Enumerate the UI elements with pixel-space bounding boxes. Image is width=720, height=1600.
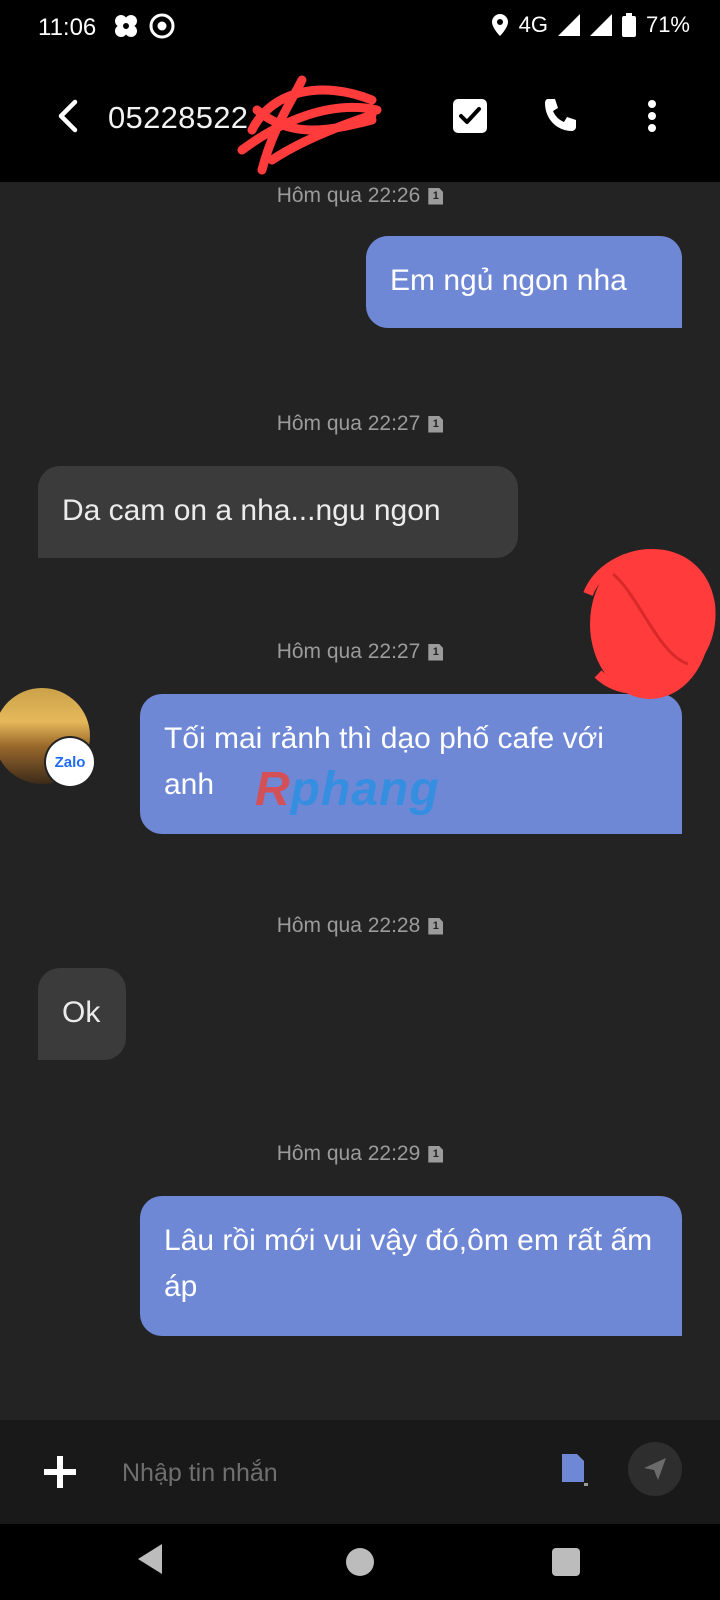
add-attachment-icon[interactable] xyxy=(40,1452,80,1492)
contact-name[interactable]: 05228522 xyxy=(108,100,248,136)
message-input[interactable] xyxy=(120,1448,524,1498)
fan-icon xyxy=(115,15,137,37)
message-timestamp: Hôm qua 22:28 1 xyxy=(0,914,720,938)
signal-icon xyxy=(557,14,580,36)
network-type: 4G xyxy=(518,12,548,37)
battery-percent: 71% xyxy=(645,12,690,37)
message-bubble-outgoing[interactable]: Lâu rồi mới vui vậy đó,ôm em rất ấm áp xyxy=(140,1196,682,1336)
sim-icon: 1 xyxy=(428,187,444,205)
zalo-badge: Zalo xyxy=(46,738,94,786)
message-bubble-incoming[interactable]: Da cam on a nha...ngu ngon xyxy=(38,466,518,558)
redaction-scribble xyxy=(237,75,382,175)
sim-card-icon xyxy=(562,1454,588,1486)
select-checkbox-icon[interactable] xyxy=(452,98,488,134)
sim-icon: 1 xyxy=(428,917,444,935)
message-bubble-outgoing[interactable]: Em ngủ ngon nha xyxy=(366,236,682,328)
message-timestamp: Hôm qua 22:27 1 xyxy=(0,412,720,436)
sim-icon: 1 xyxy=(428,415,444,433)
status-right: 4G 71% xyxy=(491,12,690,38)
signal-icon-2 xyxy=(589,14,612,36)
conversation-header: 05228522 xyxy=(0,54,720,182)
sim-icon: 1 xyxy=(428,1145,444,1163)
system-nav-bar xyxy=(0,1524,720,1600)
nav-back-icon[interactable] xyxy=(136,1542,164,1576)
phone-call-icon[interactable] xyxy=(540,96,580,136)
nav-recents-icon[interactable] xyxy=(552,1548,580,1576)
status-bar: 11:06 4G 71% xyxy=(0,0,720,54)
message-bubble-incoming[interactable]: Ok xyxy=(38,968,126,1060)
back-arrow-icon xyxy=(58,99,78,133)
sim-selector[interactable] xyxy=(562,1454,588,1486)
back-button[interactable] xyxy=(48,96,88,136)
status-time: 11:06 xyxy=(38,14,97,41)
redaction-scribble xyxy=(583,549,716,699)
sim-icon: 1 xyxy=(428,643,444,661)
watermark: Rphang xyxy=(255,763,440,816)
more-options-icon[interactable] xyxy=(636,96,668,136)
message-timestamp: Hôm qua 22:26 1 xyxy=(0,184,720,208)
location-icon xyxy=(491,14,508,36)
composer-bar xyxy=(0,1420,720,1524)
send-button[interactable] xyxy=(628,1442,682,1496)
status-notification-icons xyxy=(112,12,176,40)
target-icon xyxy=(149,13,175,39)
send-icon xyxy=(644,1458,666,1480)
message-timestamp: Hôm qua 22:29 1 xyxy=(0,1142,720,1166)
nav-home-icon[interactable] xyxy=(346,1548,374,1576)
battery-icon xyxy=(621,13,636,37)
